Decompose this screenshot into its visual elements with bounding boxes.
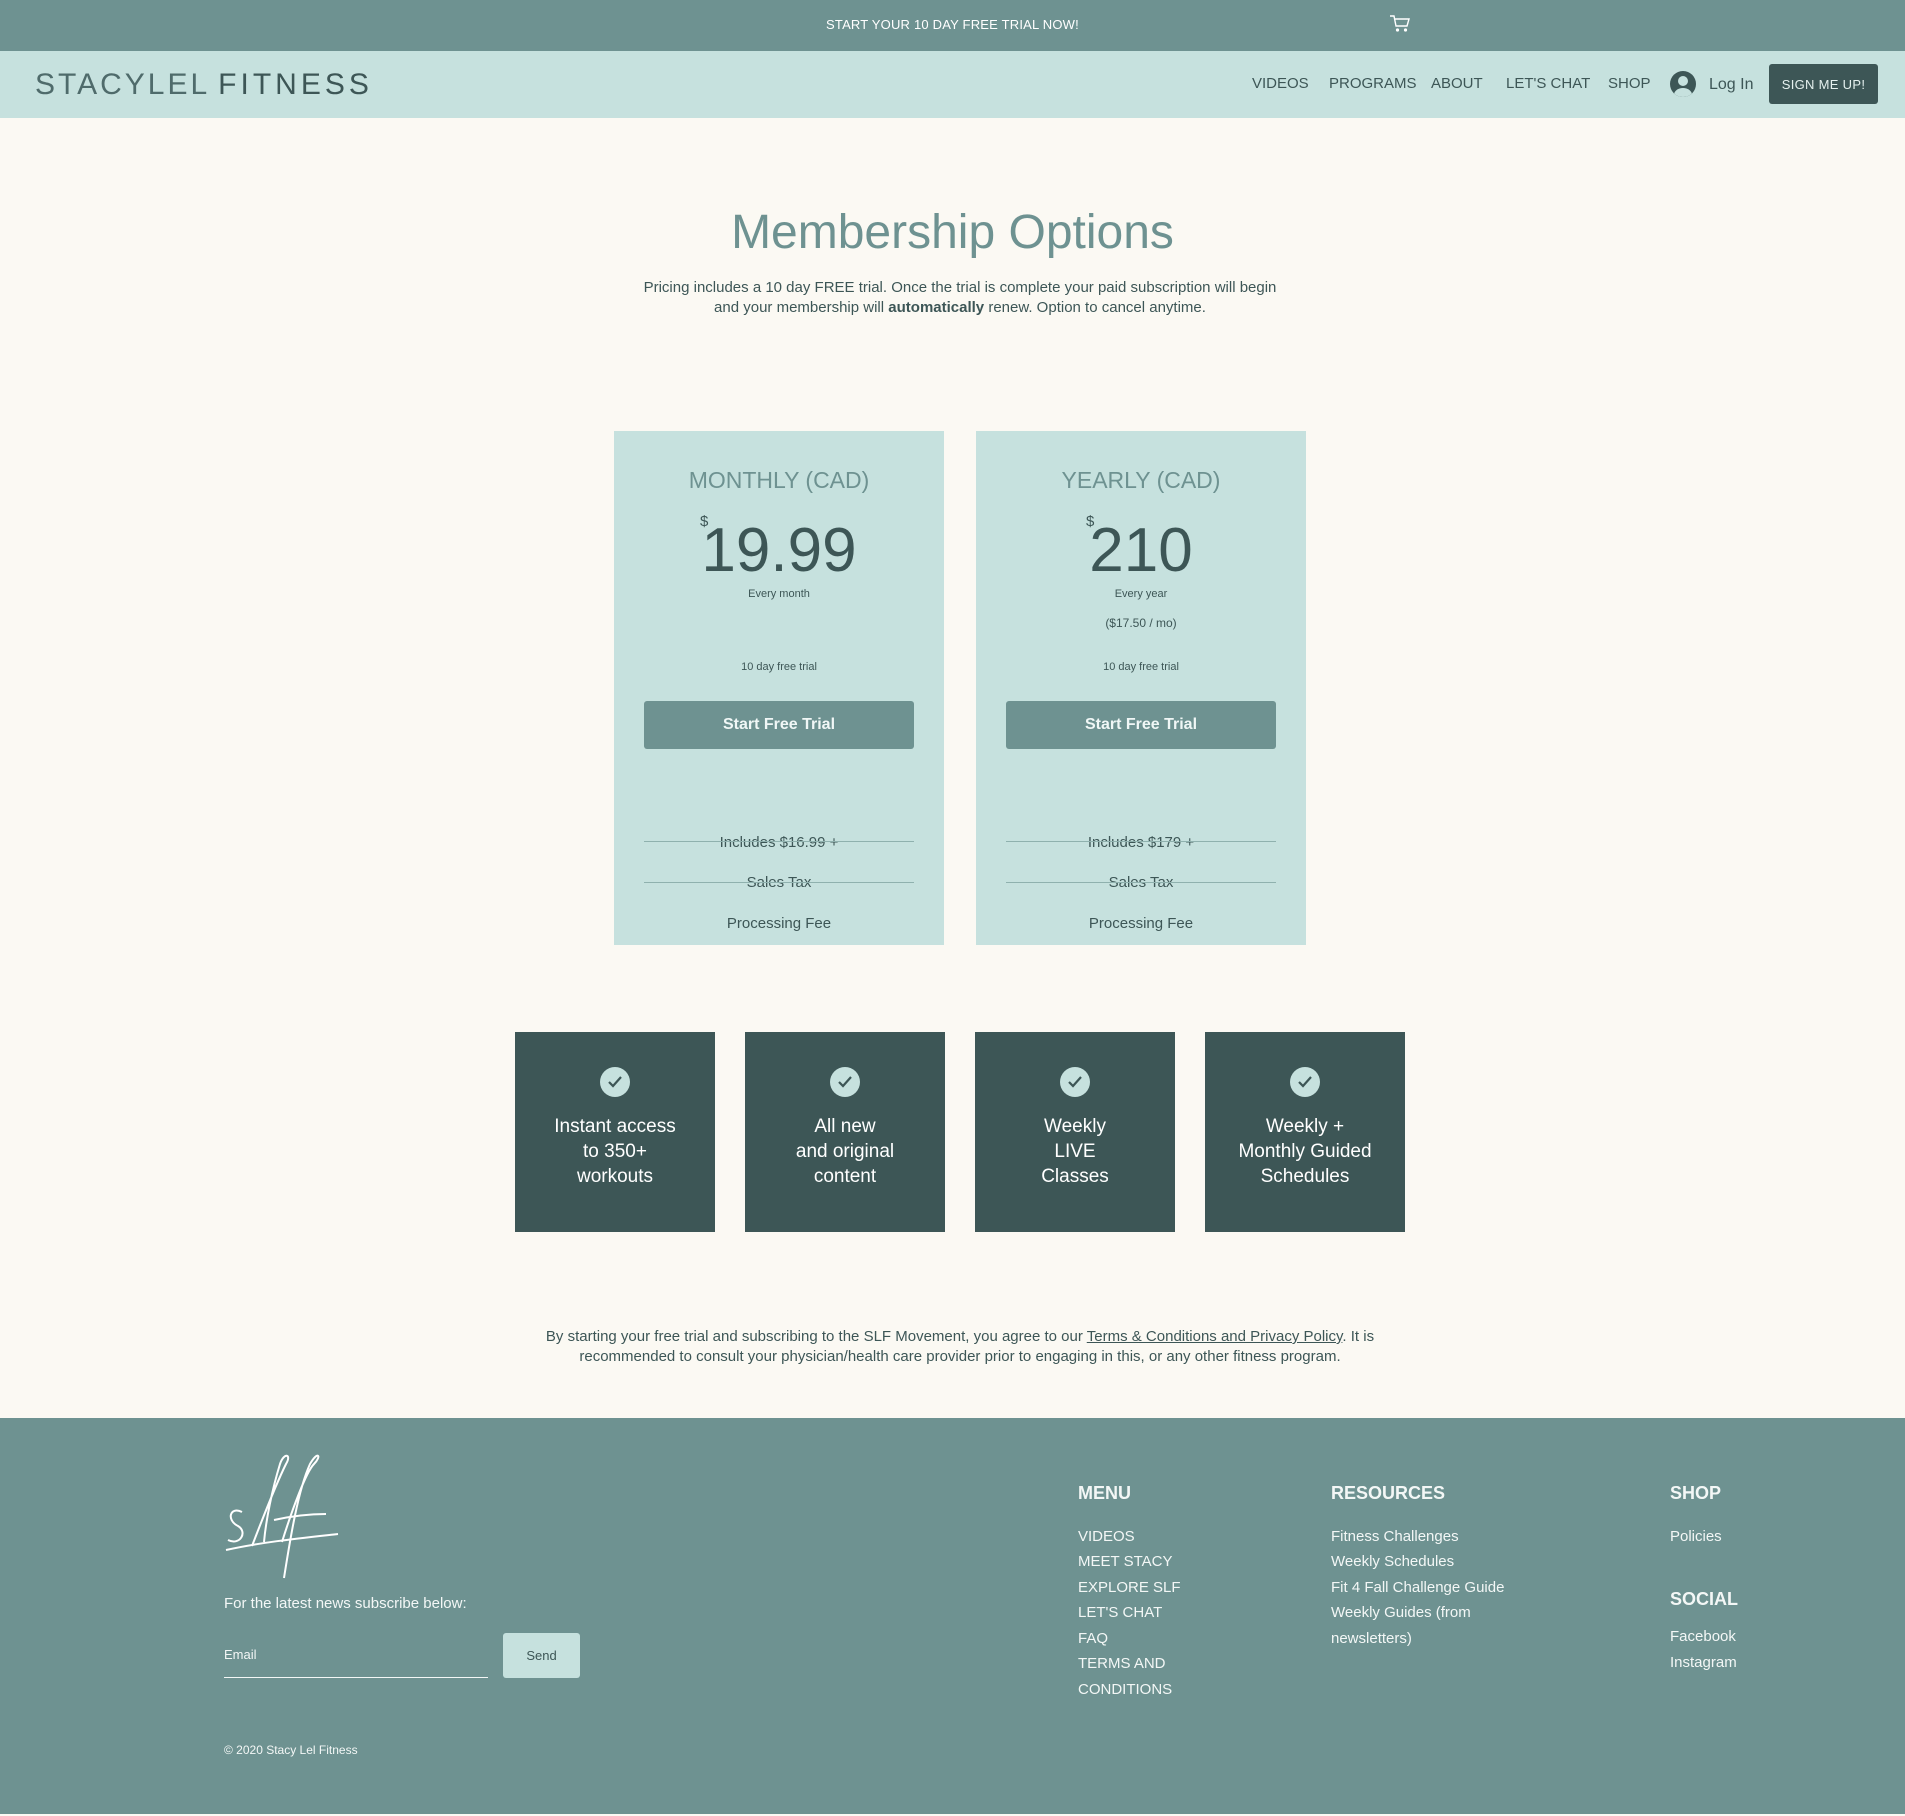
user-avatar-icon[interactable] bbox=[1670, 71, 1696, 97]
benefit-line: to 350+ bbox=[583, 1141, 647, 1162]
benefit-line: and original bbox=[795, 1141, 895, 1162]
intro-bold-text: automatically bbox=[888, 299, 985, 316]
footer-link-weekly-guides[interactable]: Weekly Guides (from bbox=[1331, 1600, 1471, 1625]
benefit-line: Classes bbox=[1041, 1166, 1109, 1187]
footer-social-heading: SOCIAL bbox=[1670, 1589, 1739, 1609]
cart-icon[interactable] bbox=[1389, 14, 1411, 34]
benefit-tile: Weekly + Monthly Guided Schedules bbox=[1205, 1032, 1405, 1232]
benefit-line: Weekly bbox=[1044, 1116, 1106, 1137]
plan-feature: Processing Fee bbox=[1088, 915, 1194, 932]
footer-link-weekly-guides[interactable]: newsletters) bbox=[1331, 1626, 1412, 1651]
benefit-text: All new and original content bbox=[755, 1114, 935, 1189]
logo-bold-text: FITNESS bbox=[218, 68, 373, 101]
plan-price: 19.99 bbox=[701, 516, 857, 585]
nav-programs[interactable]: PROGRAMS bbox=[1329, 75, 1417, 92]
site-logo[interactable]: STACYLEL FITNESS bbox=[35, 68, 373, 102]
footer-link-terms[interactable]: TERMS AND bbox=[1078, 1651, 1166, 1676]
benefit-line: All new bbox=[814, 1116, 876, 1137]
plan-price: 210 bbox=[1089, 516, 1193, 585]
benefit-line: Schedules bbox=[1260, 1166, 1350, 1187]
pricing-intro: Pricing includes a 10 day FREE trial. On… bbox=[640, 278, 1280, 318]
benefit-text: Weekly + Monthly Guided Schedules bbox=[1215, 1114, 1395, 1189]
benefit-line: Weekly + bbox=[1265, 1116, 1345, 1137]
benefit-line: LIVE bbox=[1054, 1141, 1096, 1162]
divider bbox=[1006, 882, 1276, 883]
plan-feature: Includes $179 + bbox=[1087, 834, 1195, 851]
plan-name: MONTHLY (CAD) bbox=[688, 467, 870, 493]
plan-card-yearly: YEARLY (CAD) $ 210 Every year ($17.50 / … bbox=[976, 431, 1306, 945]
login-link[interactable]: Log In bbox=[1709, 76, 1753, 94]
footer-link-explore-slf[interactable]: EXPLORE SLF bbox=[1078, 1575, 1181, 1600]
site-header: STACYLEL FITNESS VIDEOS PROGRAMS ABOUT LE… bbox=[0, 51, 1905, 118]
benefit-line: Instant access bbox=[554, 1116, 676, 1137]
benefit-text: Instant access to 350+ workouts bbox=[525, 1114, 705, 1189]
benefit-line: content bbox=[813, 1166, 877, 1187]
footer-link-instagram[interactable]: Instagram bbox=[1670, 1650, 1737, 1675]
nav-lets-chat[interactable]: LET'S CHAT bbox=[1506, 75, 1590, 92]
plan-per-month: ($17.50 / mo) bbox=[1105, 616, 1177, 630]
check-icon bbox=[1060, 1067, 1090, 1097]
footer-link-weekly-schedules[interactable]: Weekly Schedules bbox=[1331, 1549, 1454, 1574]
benefit-line: Monthly Guided bbox=[1238, 1141, 1372, 1162]
benefit-tile: Instant access to 350+ workouts bbox=[515, 1032, 715, 1232]
terms-privacy-link[interactable]: Terms & Conditions and Privacy Policy bbox=[1087, 1328, 1343, 1345]
benefit-tile: All new and original content bbox=[745, 1032, 945, 1232]
footer-link-faq[interactable]: FAQ bbox=[1078, 1626, 1108, 1651]
logo-light-text: STACYLEL bbox=[35, 68, 211, 101]
footer-menu-heading: MENU bbox=[1078, 1483, 1131, 1503]
check-icon bbox=[600, 1067, 630, 1097]
divider bbox=[644, 841, 914, 842]
footer-shop-heading: SHOP bbox=[1670, 1483, 1722, 1503]
footer-link-videos[interactable]: VIDEOS bbox=[1078, 1524, 1135, 1549]
start-free-trial-button[interactable]: Start Free Trial bbox=[644, 701, 914, 749]
email-input[interactable] bbox=[224, 1640, 488, 1678]
footer-link-lets-chat[interactable]: LET'S CHAT bbox=[1078, 1600, 1162, 1625]
plan-card-monthly: MONTHLY (CAD) $ 19.99 Every month 10 day… bbox=[614, 431, 944, 945]
announcement-bar: START YOUR 10 DAY FREE TRIAL NOW! bbox=[0, 0, 1905, 51]
copyright: © 2020 Stacy Lel Fitness bbox=[224, 1743, 358, 1757]
nav-shop[interactable]: SHOP bbox=[1608, 75, 1651, 92]
intro-text-end: renew. Option to cancel anytime. bbox=[984, 299, 1206, 316]
slf-signature-logo bbox=[225, 1454, 339, 1579]
footer-link-terms[interactable]: CONDITIONS bbox=[1078, 1677, 1172, 1702]
check-icon bbox=[830, 1067, 860, 1097]
legal-notice: By starting your free trial and subscrib… bbox=[540, 1327, 1380, 1367]
divider bbox=[644, 882, 914, 883]
footer-link-meet-stacy[interactable]: MEET STACY bbox=[1078, 1549, 1172, 1574]
footer-link-facebook[interactable]: Facebook bbox=[1670, 1624, 1736, 1649]
footer-resources-heading: RESOURCES bbox=[1331, 1483, 1446, 1503]
plan-period: Every month bbox=[748, 588, 810, 600]
footer-link-fit4fall[interactable]: Fit 4 Fall Challenge Guide bbox=[1331, 1575, 1504, 1600]
plan-name: YEARLY (CAD) bbox=[1061, 467, 1221, 493]
divider bbox=[1006, 841, 1276, 842]
nav-about[interactable]: ABOUT bbox=[1431, 75, 1483, 92]
plan-feature: Processing Fee bbox=[726, 915, 832, 932]
legal-text: By starting your free trial and subscrib… bbox=[545, 1328, 1087, 1345]
check-icon bbox=[1290, 1067, 1320, 1097]
plan-trial: 10 day free trial bbox=[741, 661, 817, 673]
announcement-text: START YOUR 10 DAY FREE TRIAL NOW! bbox=[826, 17, 1079, 32]
benefit-text: Weekly LIVE Classes bbox=[985, 1114, 1165, 1189]
benefit-line: workouts bbox=[576, 1166, 654, 1187]
plan-feature: Includes $16.99 + bbox=[719, 834, 839, 851]
footer-link-fitness-challenges[interactable]: Fitness Challenges bbox=[1331, 1524, 1459, 1549]
start-free-trial-button[interactable]: Start Free Trial bbox=[1006, 701, 1276, 749]
benefit-tile: Weekly LIVE Classes bbox=[975, 1032, 1175, 1232]
send-button[interactable]: Send bbox=[503, 1633, 580, 1678]
subscribe-label: For the latest news subscribe below: bbox=[224, 1595, 467, 1612]
nav-videos[interactable]: VIDEOS bbox=[1252, 75, 1309, 92]
plan-trial: 10 day free trial bbox=[1103, 661, 1179, 673]
sign-me-up-button[interactable]: SIGN ME UP! bbox=[1769, 64, 1878, 104]
footer-link-policies[interactable]: Policies bbox=[1670, 1524, 1722, 1549]
plan-period: Every year bbox=[1114, 588, 1168, 600]
page-title: Membership Options bbox=[731, 206, 1174, 259]
